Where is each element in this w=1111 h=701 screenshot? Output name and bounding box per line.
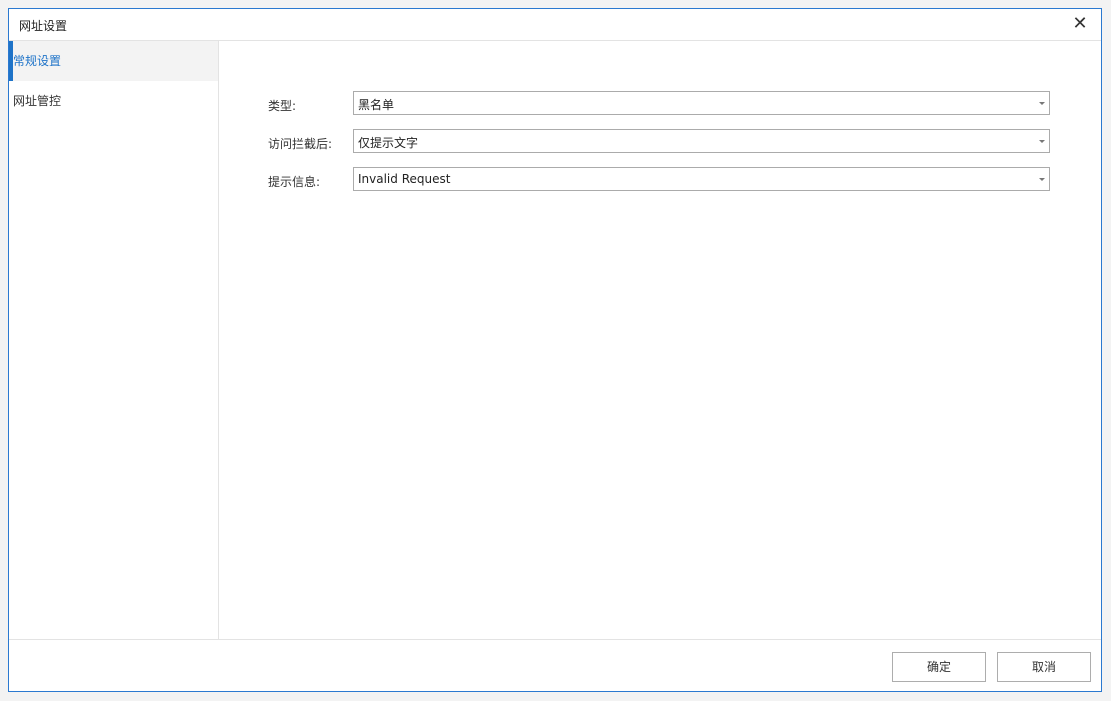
chevron-down-icon: [1039, 178, 1045, 181]
type-select[interactable]: 黑名单: [353, 91, 1050, 115]
sidebar-item-label: 常规设置: [13, 54, 62, 68]
chevron-down-icon: [1039, 102, 1045, 105]
ok-button[interactable]: 确定: [892, 652, 986, 682]
type-label: 类型:: [268, 99, 297, 113]
after-block-label: 访问拦截后:: [268, 137, 333, 151]
type-value: 黑名单: [358, 98, 395, 112]
chevron-down-icon: [1039, 140, 1045, 143]
footer-divider: [9, 639, 1101, 640]
sidebar-item-url-control[interactable]: 网址管控: [9, 81, 218, 121]
sidebar-item-label: 网址管控: [13, 94, 62, 108]
cancel-button[interactable]: 取消: [997, 652, 1091, 682]
title-bar: 网址设置 ✕: [9, 9, 1101, 41]
message-label: 提示信息:: [268, 175, 321, 189]
after-block-value: 仅提示文字: [358, 136, 419, 150]
sidebar-item-general-settings[interactable]: 常规设置: [9, 41, 218, 81]
sidebar: 常规设置 网址管控: [9, 41, 219, 640]
close-icon[interactable]: ✕: [1069, 13, 1091, 35]
message-value: Invalid Request: [358, 172, 451, 186]
dialog-title: 网址设置: [19, 19, 68, 33]
after-block-select[interactable]: 仅提示文字: [353, 129, 1050, 153]
url-settings-dialog: 网址设置 ✕ 常规设置 网址管控 类型: 黑名单 访问拦截后: 仅提示文字 提示…: [8, 8, 1102, 692]
message-select[interactable]: Invalid Request: [353, 167, 1050, 191]
